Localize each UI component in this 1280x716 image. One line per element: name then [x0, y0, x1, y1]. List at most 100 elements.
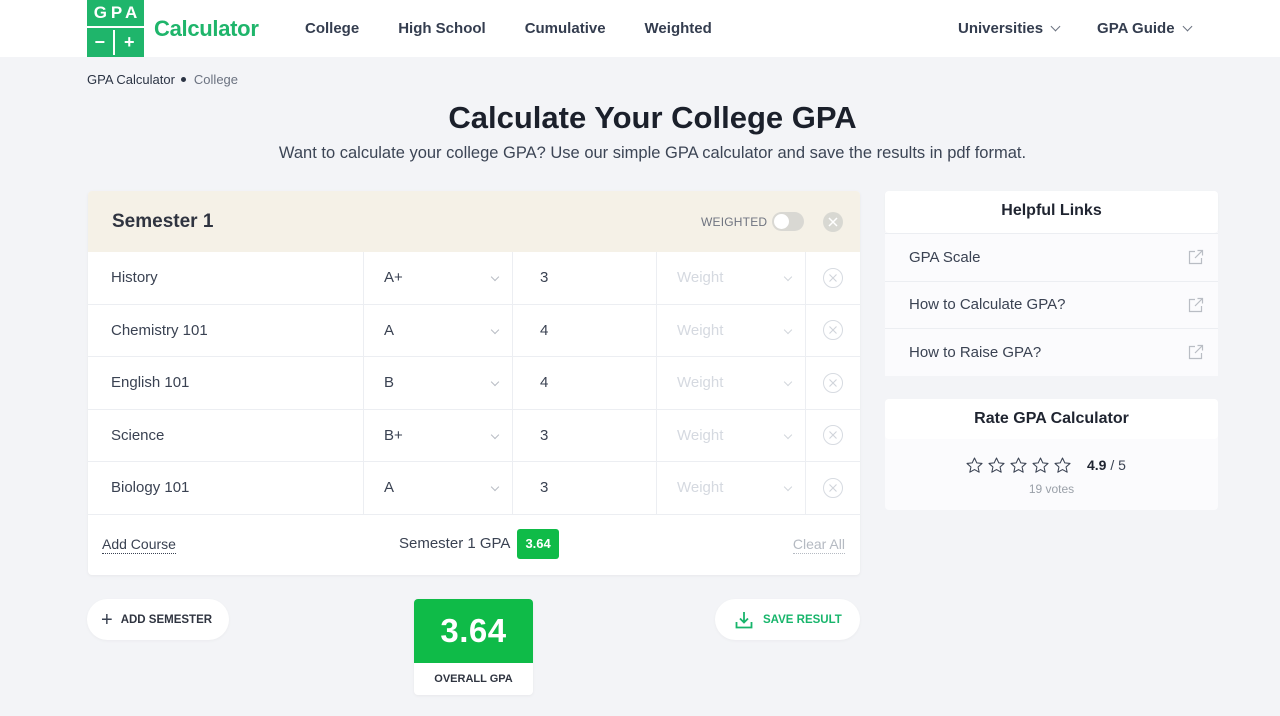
plus-icon: +	[123, 32, 135, 52]
link-label: How to Raise GPA?	[909, 343, 1042, 361]
remove-course-button[interactable]	[823, 320, 843, 341]
credits-input[interactable]: 3	[513, 252, 657, 304]
semester-gpa-value: 3.64	[517, 528, 559, 559]
weight-select[interactable]: Weight	[657, 252, 806, 304]
remove-course-button[interactable]	[823, 267, 843, 288]
weight-select[interactable]: Weight	[657, 409, 806, 461]
nav-gpa-guide-dropdown[interactable]: GPA Guide	[1097, 20, 1193, 37]
add-semester-button[interactable]: + ADD SEMESTER	[87, 599, 229, 640]
weight-placeholder: Weight	[677, 321, 724, 339]
credits-input[interactable]: 4	[513, 357, 657, 409]
nav-universities-dropdown[interactable]: Universities	[958, 20, 1061, 37]
add-semester-label: ADD SEMESTER	[120, 613, 213, 626]
course-name-value: English 101	[111, 374, 190, 392]
close-icon	[829, 431, 837, 440]
star-icon[interactable]	[985, 454, 1007, 476]
rating-out-of: / 5	[1110, 457, 1126, 473]
weight-placeholder: Weight	[677, 374, 724, 392]
nav-universities-label: Universities	[958, 20, 1044, 37]
chevron-down-icon	[1050, 21, 1061, 32]
star-icon[interactable]	[1051, 454, 1073, 476]
plus-icon: +	[101, 608, 113, 631]
grade-select[interactable]: A	[364, 304, 513, 356]
remove-course-button[interactable]	[823, 425, 843, 446]
weight-select[interactable]: Weight	[657, 357, 806, 409]
add-course-link[interactable]: Add Course	[102, 535, 176, 554]
chevron-down-icon	[783, 482, 793, 492]
logo[interactable]: GPA − + Calculator	[87, 0, 259, 57]
weighted-toggle[interactable]	[772, 212, 804, 231]
grade-select[interactable]: B	[364, 357, 513, 409]
rating-score: 4.9 / 5	[1087, 457, 1126, 473]
course-name-input[interactable]: History	[88, 252, 364, 304]
chevron-down-icon	[783, 430, 793, 439]
semester-footer: Add Course Semester 1 GPA 3.64 Clear All	[88, 515, 860, 575]
star-icon[interactable]	[1029, 454, 1051, 476]
clear-all-link[interactable]: Clear All	[792, 535, 845, 554]
credits-input[interactable]: 3	[513, 462, 657, 514]
remove-course-button[interactable]	[823, 372, 843, 393]
course-name-input[interactable]: Biology 101	[88, 462, 364, 514]
nav-weighted[interactable]: Weighted	[645, 20, 712, 37]
grade-select[interactable]: A+	[364, 252, 513, 304]
weight-select[interactable]: Weight	[657, 462, 806, 514]
course-name-input[interactable]: English 101	[88, 357, 364, 409]
chevron-down-icon	[783, 325, 793, 334]
remove-course-cell	[806, 252, 860, 304]
logo-mark: GPA − +	[87, 0, 144, 57]
course-name-value: Science	[111, 426, 165, 444]
breadcrumb-home[interactable]: GPA Calculator	[87, 72, 175, 87]
link-gpa-scale[interactable]: GPA Scale	[885, 233, 1218, 281]
rating-value: 4.9	[1087, 457, 1107, 473]
course-name-value: History	[111, 269, 158, 287]
weight-placeholder: Weight	[677, 426, 724, 444]
close-icon	[829, 273, 837, 282]
logo-gpa-text: GPA	[87, 0, 144, 28]
course-name-input[interactable]: Science	[88, 409, 364, 461]
logo-text: Calculator	[154, 15, 259, 41]
breadcrumb-separator	[180, 77, 186, 82]
link-how-to-raise-gpa[interactable]: How to Raise GPA?	[885, 328, 1218, 376]
star-icon[interactable]	[963, 454, 985, 476]
credits-input[interactable]: 3	[513, 409, 657, 461]
credits-input[interactable]: 4	[513, 304, 657, 356]
helpful-links-title: Helpful Links	[885, 191, 1218, 233]
remove-semester-button[interactable]	[823, 212, 843, 232]
grade-select[interactable]: A	[364, 462, 513, 514]
semester-title[interactable]: Semester 1	[112, 211, 213, 233]
nav-college[interactable]: College	[305, 20, 359, 37]
main-nav: College High School Cumulative Weighted	[305, 0, 712, 57]
close-icon	[828, 217, 838, 227]
minus-icon: −	[87, 30, 115, 55]
external-link-icon	[1188, 345, 1204, 360]
remove-course-button[interactable]	[823, 477, 843, 498]
breadcrumb-current: College	[193, 72, 239, 87]
course-name-value: Chemistry 101	[111, 321, 208, 339]
rating-card: Rate GPA Calculator 4.9 / 5 19 votes	[885, 399, 1218, 510]
star-rating: 4.9 / 5	[963, 454, 1126, 476]
weight-select[interactable]: Weight	[657, 304, 806, 356]
nav-high-school[interactable]: High School	[398, 20, 486, 37]
star-icon[interactable]	[1007, 454, 1029, 476]
page-subtitle: Want to calculate your college GPA? Use …	[278, 144, 1027, 162]
secondary-nav: Universities GPA Guide	[958, 0, 1193, 57]
credits-value: 3	[540, 479, 549, 497]
rating-votes: 19 votes	[1028, 482, 1075, 496]
course-row: Biology 101 A 3 Weight	[88, 462, 860, 515]
course-row: English 101 B 4 Weight	[88, 357, 860, 410]
grade-value: B+	[384, 426, 403, 444]
grade-value: B	[384, 374, 395, 392]
grade-select[interactable]: B+	[364, 409, 513, 461]
link-label: How to Calculate GPA?	[909, 296, 1066, 314]
course-name-input[interactable]: Chemistry 101	[88, 304, 364, 356]
nav-cumulative[interactable]: Cumulative	[525, 20, 606, 37]
chevron-down-icon	[783, 272, 793, 282]
overall-gpa-box: 3.64 OVERALL GPA	[414, 599, 533, 695]
overall-gpa-value: 3.64	[414, 599, 533, 663]
semester-gpa: Semester 1 GPA 3.64	[399, 528, 559, 559]
overall-gpa-label: OVERALL GPA	[434, 673, 513, 685]
save-result-button[interactable]: SAVE RESULT	[715, 599, 860, 640]
link-how-to-calculate-gpa[interactable]: How to Calculate GPA?	[885, 280, 1218, 328]
grade-value: A+	[384, 269, 403, 287]
download-icon	[735, 611, 753, 628]
